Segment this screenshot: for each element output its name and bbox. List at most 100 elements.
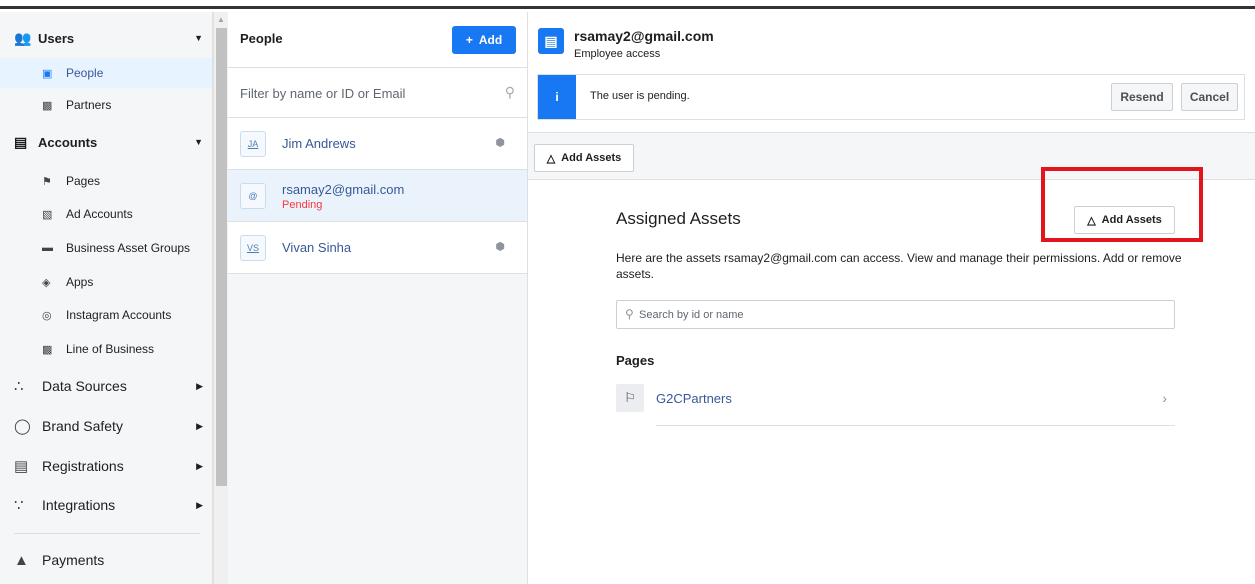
sidebar-item-label: Ad Accounts <box>66 207 133 221</box>
sidebar-item-people[interactable]: ▣ People <box>0 58 212 88</box>
sidebar: 👥 Users ▼ ▣ People ▩ Partners ▤ Accounts… <box>0 12 213 584</box>
sidebar-section-label: Accounts <box>38 134 98 150</box>
caret-right-icon: ▶ <box>196 380 203 391</box>
scroll-up-icon[interactable]: ▲ <box>217 15 225 24</box>
sidebar-item-payments[interactable]: ▲ Payments <box>0 541 212 579</box>
sidebar-item-label: Apps <box>66 275 94 289</box>
sidebar-item-label: Pages <box>66 174 101 188</box>
sidebar-item-apps[interactable]: ◈ Apps <box>0 267 212 297</box>
assets-toolbar: △ Add Assets <box>528 132 1255 180</box>
pages-heading: Pages <box>616 353 655 368</box>
chevron-right-icon: › <box>1162 390 1167 406</box>
person-name: Jim Andrews <box>282 136 356 151</box>
add-button-label: Add <box>478 33 503 47</box>
data-sources-icon: ∴ <box>14 378 24 395</box>
sidebar-item-line-of-business[interactable]: ▩ Line of Business <box>0 334 212 364</box>
sidebar-item-label: Partners <box>66 98 112 112</box>
user-email: rsamay2@gmail.com <box>574 28 714 44</box>
add-assets-label: Add Assets <box>561 152 622 164</box>
sidebar-item-label: Line of Business <box>66 342 155 356</box>
plus-icon: + <box>465 33 473 47</box>
person-name: Vivan Sinha <box>282 240 352 255</box>
users-icon: 👥 <box>14 29 32 46</box>
asset-search-input[interactable] <box>639 301 1169 328</box>
add-person-button[interactable]: + Add <box>452 26 516 54</box>
sidebar-section-users[interactable]: 👥 Users ▼ <box>0 20 212 56</box>
sidebar-item-brand-safety[interactable]: ◯ Brand Safety ▶ <box>0 407 212 445</box>
add-assets-icon: △ <box>546 152 556 165</box>
sidebar-section-accounts[interactable]: ▤ Accounts ▼ <box>0 124 212 160</box>
person-row-rsamay2[interactable]: @ rsamay2@gmail.com Pending <box>228 170 527 222</box>
sidebar-item-partners[interactable]: ▩ Partners <box>0 90 212 120</box>
clipboard-icon: ▤ <box>14 458 29 475</box>
sidebar-divider <box>14 533 200 534</box>
avatar: VS <box>240 235 266 261</box>
status-badge: Pending <box>282 199 323 211</box>
detail-header: ▤ rsamay2@gmail.com Employee access <box>528 12 1255 72</box>
briefcase-icon: ▩ <box>42 343 53 356</box>
sidebar-scrollbar[interactable]: ▲ <box>213 12 228 584</box>
pending-notice: i The user is pending. Resend Cancel <box>537 74 1245 120</box>
sidebar-item-label: Business Asset Groups <box>66 241 191 255</box>
avatar: JA <box>240 131 266 157</box>
flag-icon: ⚐ <box>616 384 644 412</box>
notice-message: The user is pending. <box>590 90 690 102</box>
cube-icon: ◈ <box>42 276 51 289</box>
caret-right-icon: ▶ <box>196 499 203 510</box>
asset-page-name: G2CPartners <box>656 391 732 406</box>
user-avatar-icon: ▤ <box>538 28 564 54</box>
caret-down-icon: ▼ <box>194 33 203 43</box>
shield-icon: ⬢ <box>495 137 505 149</box>
sidebar-section-label: Users <box>38 30 75 46</box>
sidebar-item-integrations[interactable]: ∵ Integrations ▶ <box>0 486 212 524</box>
sidebar-item-label: Data Sources <box>42 378 127 394</box>
person-row-vivan-sinha[interactable]: VS Vivan Sinha ⬢ <box>228 222 527 274</box>
asset-page-row[interactable]: ⚐ G2CPartners › <box>616 384 1175 426</box>
sidebar-item-instagram-accounts[interactable]: ◎ Instagram Accounts <box>0 300 212 330</box>
sidebar-item-label: Registrations <box>42 458 124 474</box>
sidebar-item-label: People <box>66 66 104 80</box>
ad-account-icon: ▧ <box>42 208 53 221</box>
caret-right-icon: ▶ <box>196 460 203 471</box>
scrollbar-thumb[interactable] <box>216 28 227 486</box>
cancel-button[interactable]: Cancel <box>1181 83 1238 111</box>
resend-button[interactable]: Resend <box>1111 83 1173 111</box>
row-divider <box>656 425 1175 426</box>
caret-right-icon: ▶ <box>196 420 203 431</box>
bank-icon: ▲ <box>14 551 29 569</box>
sidebar-item-ad-accounts[interactable]: ▧ Ad Accounts <box>0 199 212 229</box>
shield-icon: ◯ <box>14 418 31 435</box>
people-panel: People + Add ⚲ JA Jim Andrews ⬢ @ rsamay… <box>228 12 528 584</box>
sidebar-item-label: Instagram Accounts <box>66 308 172 322</box>
add-assets-label: Add Assets <box>1101 214 1162 226</box>
add-assets-toolbar-button[interactable]: △ Add Assets <box>534 144 634 172</box>
sidebar-item-data-sources[interactable]: ∴ Data Sources ▶ <box>0 367 212 405</box>
asset-search-box: ⚲ <box>616 300 1175 329</box>
assigned-assets-title: Assigned Assets <box>616 209 741 228</box>
folder-icon: ▬ <box>42 242 53 254</box>
instagram-icon: ◎ <box>42 309 52 322</box>
caret-down-icon: ▼ <box>194 137 203 147</box>
add-assets-button[interactable]: △ Add Assets <box>1074 206 1175 234</box>
person-row-jim-andrews[interactable]: JA Jim Andrews ⬢ <box>228 118 527 170</box>
top-border <box>0 0 1255 9</box>
sidebar-item-label: Payments <box>42 552 105 568</box>
info-icon: i <box>538 75 576 119</box>
people-title: People <box>240 31 283 46</box>
sidebar-item-pages[interactable]: ⚑ Pages <box>0 166 212 196</box>
assets-description: Here are the assets rsamay2@gmail.com ca… <box>616 251 1182 281</box>
person-badge-icon: ▣ <box>42 67 53 80</box>
people-header: People + Add <box>228 12 527 68</box>
sidebar-item-label: Integrations <box>42 497 116 513</box>
sidebar-item-business-asset-groups[interactable]: ▬ Business Asset Groups <box>0 233 212 263</box>
person-name: rsamay2@gmail.com <box>282 182 405 197</box>
add-assets-icon: △ <box>1087 214 1096 227</box>
search-icon: ⚲ <box>625 307 634 321</box>
detail-panel: ▤ rsamay2@gmail.com Employee access i Th… <box>528 12 1255 584</box>
briefcase-icon: ▩ <box>42 99 53 112</box>
shield-icon: ⬢ <box>495 241 505 253</box>
filter-input[interactable] <box>228 68 528 118</box>
integrations-icon: ∵ <box>14 497 24 514</box>
access-level: Employee access <box>574 48 661 60</box>
sidebar-item-registrations[interactable]: ▤ Registrations ▶ <box>0 447 212 485</box>
